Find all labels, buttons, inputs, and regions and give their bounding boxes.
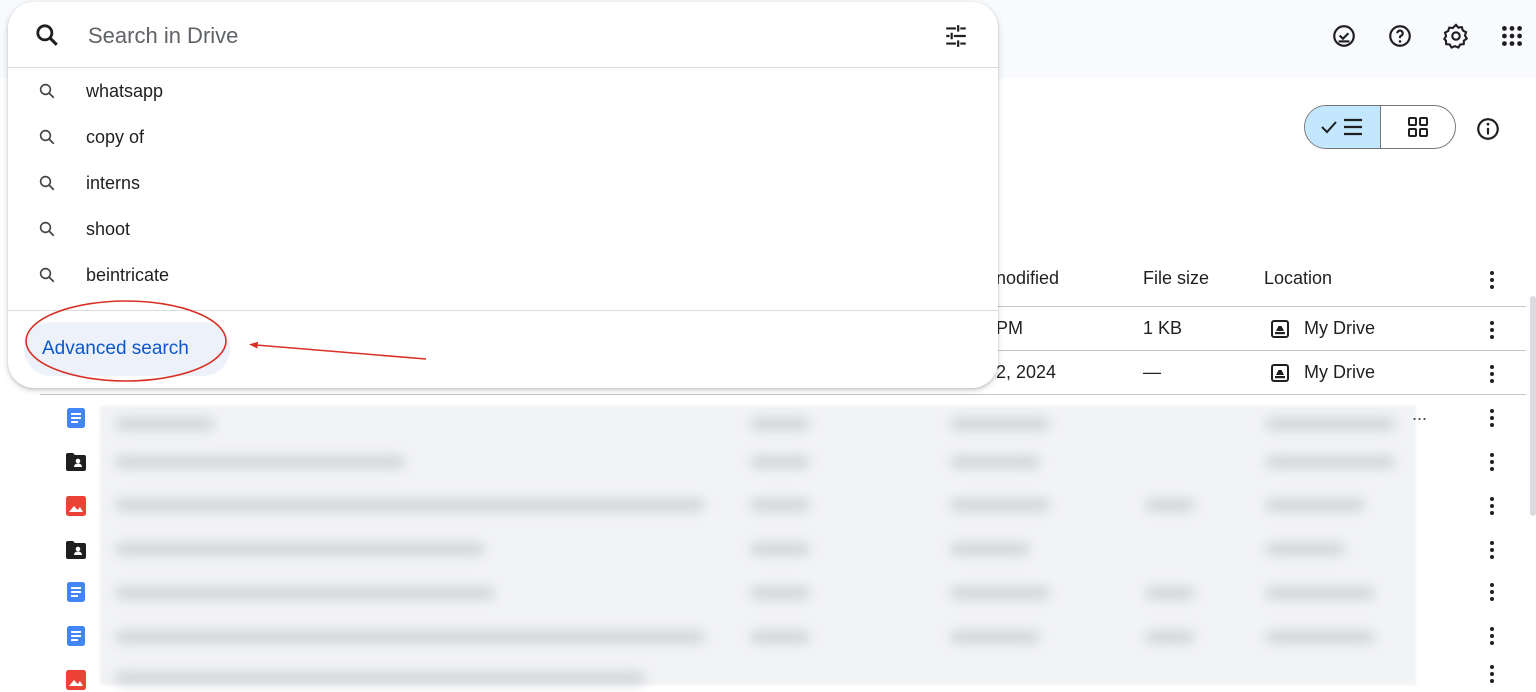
my-drive-icon: [1271, 319, 1289, 338]
search-suggestion[interactable]: whatsapp: [8, 68, 998, 114]
search-options-icon[interactable]: [943, 23, 969, 49]
row-more-icon[interactable]: [1482, 580, 1502, 604]
search-icon: [39, 221, 55, 237]
search-suggestion[interactable]: shoot: [8, 206, 998, 252]
blurred-text: [115, 418, 215, 430]
view-toggle: [1304, 105, 1456, 149]
top-icons: [1320, 18, 1536, 54]
search-icon: [39, 129, 55, 145]
search-icon: [39, 267, 55, 283]
blurred-text: [115, 499, 705, 511]
suggestion-label: interns: [86, 172, 141, 193]
search-suggestion[interactable]: beintricate: [8, 252, 998, 298]
vertical-scrollbar[interactable]: [1530, 296, 1536, 516]
blurred-text: [750, 418, 810, 430]
advanced-search-button[interactable]: Advanced search: [24, 322, 230, 376]
row-more-icon[interactable]: [1482, 538, 1502, 562]
my-drive-icon: [1271, 363, 1289, 382]
blurred-text: [115, 631, 705, 643]
row-1-size: 1 KB: [1143, 318, 1183, 338]
blurred-text: [115, 543, 485, 555]
blurred-text: [950, 418, 1050, 430]
blurred-text: [1265, 418, 1395, 430]
shared-folder-icon: [66, 453, 86, 471]
search-icon: [39, 175, 55, 191]
blurred-text: [115, 672, 645, 684]
suggestion-label: beintricate: [86, 264, 170, 285]
blurred-text: [750, 631, 810, 643]
suggestion-label: shoot: [86, 218, 131, 239]
row-2-location-label: My Drive: [1304, 362, 1375, 382]
doc-icon: [67, 582, 85, 602]
row-2-location[interactable]: My Drive: [1270, 362, 1375, 383]
row-2-more-icon[interactable]: [1482, 362, 1502, 386]
suggestion-label: copy of: [86, 126, 145, 147]
row-1-modified: PM: [996, 318, 1023, 338]
column-header-file-size[interactable]: File size: [1143, 268, 1209, 289]
blurred-text: [1145, 587, 1195, 599]
search-icon: [39, 83, 55, 99]
row-2-size: —: [1143, 362, 1161, 382]
help-icon[interactable]: [1376, 18, 1424, 54]
row-2-modified: 2, 2024: [996, 362, 1057, 382]
column-options-kebab-icon[interactable]: [1482, 268, 1502, 292]
row-1-location[interactable]: My Drive: [1270, 318, 1375, 339]
apps-grid-icon[interactable]: [1488, 18, 1536, 54]
info-icon[interactable]: [1474, 115, 1502, 143]
search-input[interactable]: [86, 16, 906, 56]
blurred-text: [950, 456, 1040, 468]
column-header-modified[interactable]: nodified: [996, 268, 1059, 289]
blurred-text: [1145, 499, 1195, 511]
blurred-text: [950, 499, 1050, 511]
blurred-text: [115, 587, 495, 599]
row-more-icon[interactable]: [1482, 624, 1502, 648]
blurred-text: [1265, 587, 1375, 599]
suggestion-label: whatsapp: [86, 80, 164, 101]
image-icon: [66, 496, 86, 516]
blurred-text: [1265, 631, 1375, 643]
blurred-text: [950, 631, 1040, 643]
grid-view-button[interactable]: [1381, 106, 1456, 148]
ready-offline-icon[interactable]: [1320, 18, 1368, 54]
blurred-text: [750, 456, 810, 468]
row-more-icon[interactable]: [1482, 494, 1502, 518]
row-1-more-icon[interactable]: [1482, 318, 1502, 342]
blurred-text: [950, 543, 1030, 555]
row-1-location-label: My Drive: [1304, 318, 1375, 338]
blurred-text: [1145, 631, 1195, 643]
settings-icon[interactable]: [1432, 18, 1480, 54]
list-view-button[interactable]: [1305, 106, 1381, 148]
popup-divider: [8, 310, 998, 311]
blurred-text: [950, 587, 1050, 599]
search-icon[interactable]: [34, 22, 60, 48]
doc-icon: [67, 626, 85, 646]
shared-folder-icon: [66, 541, 86, 559]
blurred-text: [115, 456, 405, 468]
blurred-text: [1265, 543, 1345, 555]
row-divider: [40, 394, 1526, 395]
search-suggestion[interactable]: copy of: [8, 114, 998, 160]
row-more-icon[interactable]: [1482, 406, 1502, 430]
search-dropdown: whatsapp copy of interns shoot beintrica…: [8, 2, 998, 388]
column-header-location[interactable]: Location: [1264, 268, 1332, 289]
image-icon: [66, 670, 86, 690]
row-more-icon[interactable]: [1482, 450, 1502, 474]
blurred-text: [1265, 499, 1365, 511]
truncated-location-ellipsis: ...: [1412, 404, 1428, 424]
row-more-icon[interactable]: [1482, 662, 1502, 686]
blurred-text: [750, 587, 810, 599]
search-suggestion[interactable]: interns: [8, 160, 998, 206]
doc-icon: [67, 408, 85, 428]
blurred-text: [750, 499, 810, 511]
search-bar: [8, 2, 998, 68]
blurred-text: [1265, 456, 1395, 468]
blurred-text: [750, 543, 810, 555]
